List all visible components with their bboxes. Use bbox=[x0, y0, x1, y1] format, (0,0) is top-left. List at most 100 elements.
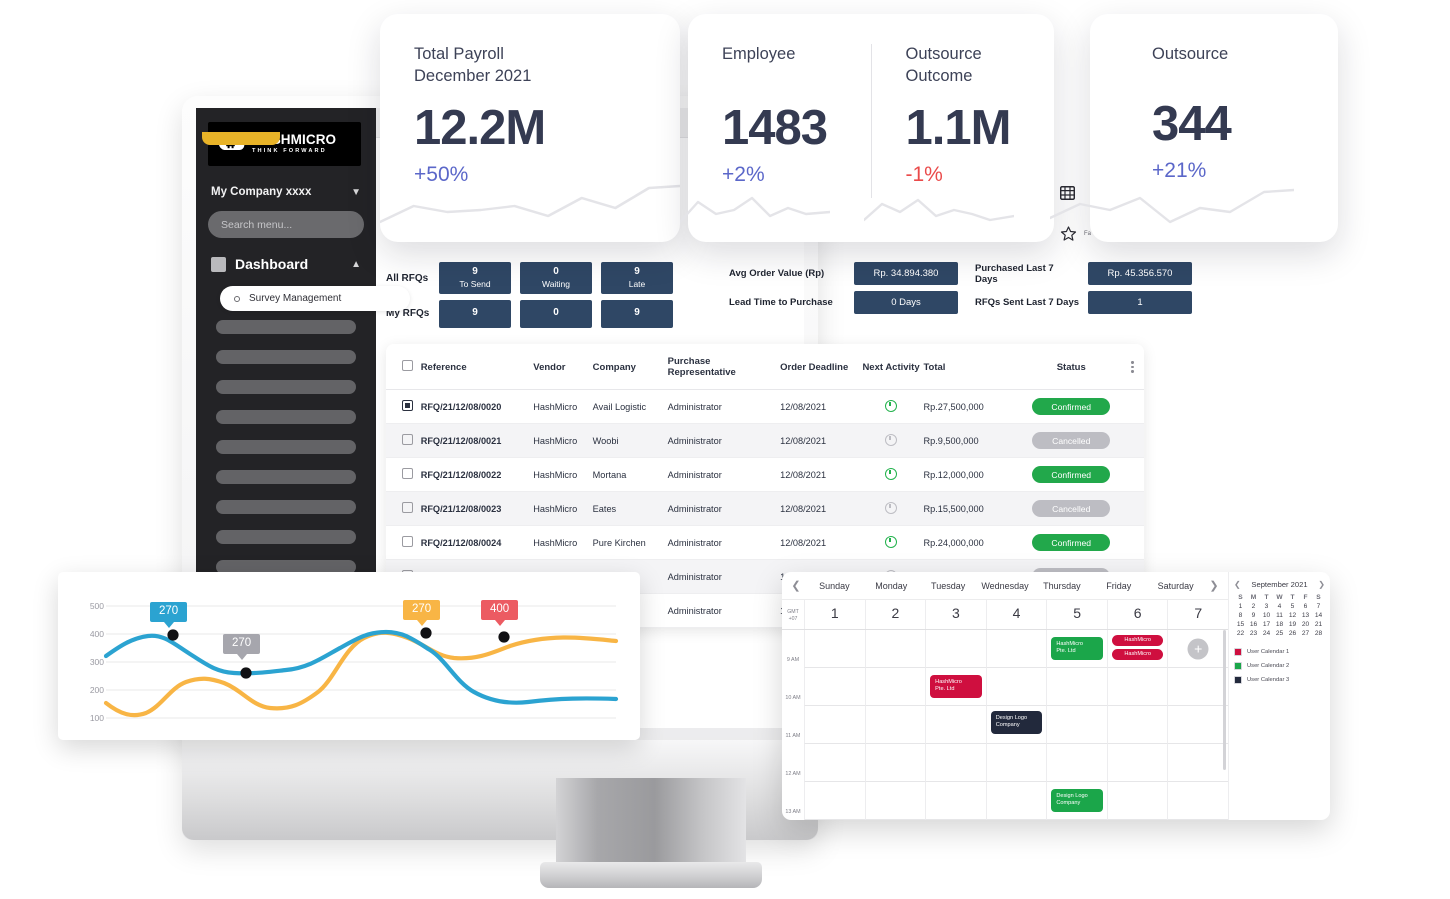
calendar-slot[interactable] bbox=[1046, 744, 1107, 782]
mini-day[interactable]: 10 bbox=[1260, 612, 1273, 619]
calendar-slot[interactable] bbox=[804, 630, 865, 668]
calendar-slot[interactable] bbox=[1046, 668, 1107, 706]
mini-day[interactable]: 24 bbox=[1260, 630, 1273, 637]
row-checkbox[interactable] bbox=[402, 434, 413, 445]
rfq-stat-to-send[interactable]: 9 To Send bbox=[439, 262, 511, 295]
kpi-card-outsource[interactable]: Outsource 344 +21% bbox=[1050, 14, 1338, 242]
row-select-cell[interactable] bbox=[386, 525, 421, 560]
calendar-slot[interactable] bbox=[985, 744, 1047, 782]
mini-day[interactable]: 6 bbox=[1299, 603, 1312, 610]
rfq-stat-waiting[interactable]: 0 Waiting bbox=[520, 262, 592, 295]
calendar-slot[interactable]: HashMicro Pte. Ltd bbox=[1046, 630, 1107, 668]
sidebar-item-survey-management[interactable]: Survey Management bbox=[220, 286, 410, 311]
table-row[interactable]: RFQ/21/12/08/0022 HashMicro Mortana Admi… bbox=[386, 457, 1144, 492]
table-row[interactable]: RFQ/21/12/08/0020 HashMicro Avail Logist… bbox=[386, 389, 1144, 424]
column-order-deadline[interactable]: Order Deadline bbox=[780, 344, 859, 390]
row-select-cell[interactable] bbox=[386, 457, 421, 492]
calendar-date[interactable]: 3 bbox=[925, 600, 986, 629]
row-checkbox[interactable] bbox=[402, 536, 413, 547]
add-event-button[interactable]: + bbox=[1187, 638, 1209, 659]
calendar-slot[interactable] bbox=[1167, 706, 1229, 744]
calendar-slot[interactable]: HashMicro HashMicro bbox=[1106, 630, 1168, 668]
kpi-card-employee-outsource[interactable]: Employee 1483 +2% Outsource Outcome 1.1M… bbox=[680, 14, 1055, 242]
select-all-checkbox[interactable] bbox=[402, 360, 413, 371]
column-reference[interactable]: Reference bbox=[420, 344, 534, 390]
kpi-half-outsource-outcome[interactable]: Outsource Outcome 1.1M -1% bbox=[863, 14, 1055, 242]
rfq-mine-to-send[interactable]: 9 bbox=[439, 300, 511, 328]
select-all-cell[interactable] bbox=[386, 344, 421, 390]
mini-day[interactable]: 23 bbox=[1247, 630, 1260, 637]
kpi-card-total-payroll[interactable]: Total Payroll December 2021 12.2M +50% bbox=[380, 14, 680, 242]
column-purchase-representative[interactable]: Purchase Representative bbox=[667, 344, 781, 390]
calendar-scrollbar[interactable] bbox=[1222, 630, 1226, 770]
legend-item-user-calendar-3[interactable]: User Calendar 3 bbox=[1234, 676, 1325, 684]
calendar-date[interactable]: 7 bbox=[1167, 600, 1228, 629]
metric-value[interactable]: Rp. 45.356.570 bbox=[1088, 262, 1192, 285]
mini-day[interactable]: 8 bbox=[1234, 612, 1247, 619]
calendar-slot[interactable] bbox=[804, 706, 865, 744]
metric-value[interactable]: 0 Days bbox=[854, 291, 958, 314]
calendar-slot[interactable] bbox=[1106, 668, 1168, 706]
calendar-slot[interactable]: + bbox=[1167, 630, 1229, 668]
calendar-slot[interactable] bbox=[804, 782, 865, 820]
row-select-cell[interactable] bbox=[386, 423, 421, 458]
table-row[interactable]: RFQ/21/12/08/0024 HashMicro Pure Kirchen… bbox=[386, 525, 1144, 560]
calendar-slot[interactable] bbox=[864, 782, 926, 820]
row-checkbox[interactable] bbox=[402, 468, 413, 479]
calendar-slot[interactable] bbox=[985, 668, 1047, 706]
chevron-right-icon[interactable]: ❯ bbox=[1204, 579, 1224, 592]
calendar-event[interactable]: Design Logo Company bbox=[1051, 789, 1103, 812]
calendar-date[interactable]: 1 bbox=[804, 600, 865, 629]
mini-day[interactable]: 12 bbox=[1286, 612, 1299, 619]
mini-day[interactable]: 5 bbox=[1286, 603, 1299, 610]
calendar-slot[interactable]: HashMicro Pte. Ltd bbox=[925, 668, 986, 706]
mini-day[interactable]: 16 bbox=[1247, 621, 1260, 628]
calendar-slot[interactable] bbox=[864, 630, 926, 668]
calendar-slot[interactable] bbox=[804, 744, 865, 782]
calendar-slot[interactable] bbox=[864, 668, 926, 706]
mini-day[interactable]: 4 bbox=[1273, 603, 1286, 610]
table-row[interactable]: RFQ/21/12/08/0023 HashMicro Eates Admini… bbox=[386, 491, 1144, 526]
mini-day[interactable]: 22 bbox=[1234, 630, 1247, 637]
column-next-activity[interactable]: Next Activity bbox=[858, 344, 924, 390]
column-company[interactable]: Company bbox=[592, 344, 668, 390]
calendar-date[interactable]: 2 bbox=[864, 600, 926, 629]
mini-day[interactable]: 13 bbox=[1299, 612, 1312, 619]
calendar-slot[interactable]: Design Logo Company bbox=[985, 706, 1047, 744]
calendar-slot[interactable] bbox=[925, 782, 986, 820]
company-switcher[interactable]: My Company xxxx ▼ bbox=[208, 186, 364, 198]
mini-day[interactable]: 26 bbox=[1286, 630, 1299, 637]
mini-day[interactable]: 25 bbox=[1273, 630, 1286, 637]
calendar-slot[interactable] bbox=[985, 630, 1047, 668]
column-total[interactable]: Total bbox=[923, 344, 1022, 390]
calendar-event[interactable]: HashMicro Pte. Ltd bbox=[1051, 637, 1103, 660]
calendar-slot[interactable] bbox=[804, 668, 865, 706]
calendar-slot[interactable]: Design Logo Company bbox=[1046, 782, 1107, 820]
row-select-cell[interactable] bbox=[386, 389, 421, 424]
mini-day[interactable]: 3 bbox=[1260, 603, 1273, 610]
mini-day[interactable]: 21 bbox=[1312, 621, 1325, 628]
chevron-right-icon[interactable]: ❯ bbox=[1318, 580, 1325, 589]
mini-day[interactable]: 9 bbox=[1247, 612, 1260, 619]
mini-day[interactable]: 17 bbox=[1260, 621, 1273, 628]
calendar-slot[interactable] bbox=[1167, 744, 1229, 782]
calendar-event[interactable]: HashMicro bbox=[1111, 635, 1164, 647]
mini-day[interactable]: 1 bbox=[1234, 603, 1247, 610]
chevron-left-icon[interactable]: ❮ bbox=[1234, 580, 1241, 589]
row-checkbox[interactable] bbox=[402, 502, 413, 513]
row-checkbox[interactable] bbox=[402, 400, 413, 411]
mini-day[interactable]: 19 bbox=[1286, 621, 1299, 628]
calendar-date[interactable]: 4 bbox=[985, 600, 1047, 629]
calendar-slot[interactable] bbox=[925, 744, 986, 782]
calendar-date[interactable]: 6 bbox=[1106, 600, 1168, 629]
calendar-slot[interactable] bbox=[864, 706, 926, 744]
calendar-slot[interactable] bbox=[985, 782, 1047, 820]
column-options[interactable] bbox=[1121, 344, 1144, 390]
rfq-stat-late[interactable]: 9 Late bbox=[601, 262, 673, 295]
table-row[interactable]: RFQ/21/12/08/0021 HashMicro Woobi Admini… bbox=[386, 423, 1144, 458]
mini-day[interactable]: 14 bbox=[1312, 612, 1325, 619]
row-select-cell[interactable] bbox=[386, 491, 421, 526]
calendar-slot[interactable] bbox=[1106, 744, 1168, 782]
rfq-mine-waiting[interactable]: 0 bbox=[520, 300, 592, 328]
kpi-half-employee[interactable]: Employee 1483 +2% bbox=[680, 14, 871, 242]
